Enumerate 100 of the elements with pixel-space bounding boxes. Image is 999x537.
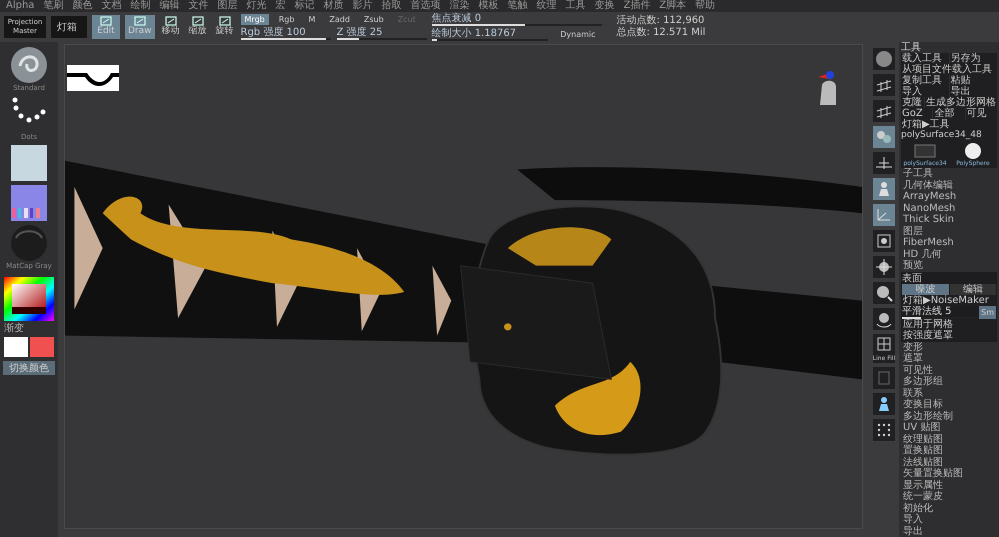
menu-item[interactable]: 灯光 (246, 0, 266, 12)
subpalette-item[interactable]: 变换目标 (901, 399, 997, 410)
subpalette-item[interactable]: 导出 (901, 526, 997, 537)
menu-item[interactable]: 标记 (294, 0, 314, 12)
view-tool-button[interactable] (873, 100, 895, 122)
thumbnail-preview-icon (67, 65, 119, 91)
menu-item[interactable]: 编辑 (159, 0, 180, 12)
lightbox-tool-button[interactable]: 灯箱▶工具 (901, 119, 997, 130)
subpalette-item[interactable]: 几何体编辑 (901, 180, 997, 191)
view-tool-button[interactable] (873, 230, 895, 252)
subpalette-item[interactable]: 可见性 (901, 364, 997, 376)
mode-button[interactable]: 旋转 (214, 15, 236, 39)
switch-color-button[interactable]: 切换颜色 (3, 361, 55, 375)
panel-button[interactable]: 载入工具 (901, 53, 948, 64)
view-tool-button[interactable] (873, 256, 895, 278)
subpalette-item[interactable]: ArrayMesh (901, 191, 997, 202)
view-tool-button[interactable] (873, 308, 895, 330)
current-tool-name: polySurface34_48 (901, 130, 997, 141)
point-count: 活动点数: 112,960 (616, 15, 706, 26)
subpalette-item[interactable]: 初始化 (901, 502, 997, 514)
menu-item[interactable]: 拾取 (381, 0, 402, 12)
texture-thumbnail-icon (10, 184, 48, 222)
subpalette-item[interactable]: Thick Skin (901, 214, 997, 226)
subpalette-item[interactable]: NanoMesh (901, 202, 997, 214)
color-swatch[interactable] (4, 337, 28, 357)
slider-label: 焦点衰减 0 (432, 13, 482, 24)
subpalette-item[interactable]: 图层 (901, 226, 997, 237)
subpalette-item[interactable]: 纹理贴图 (901, 434, 997, 445)
panel-button[interactable]: 克隆 (901, 97, 924, 108)
menu-item[interactable]: 笔触 (507, 0, 528, 12)
dynamic-button[interactable]: Dynamic (554, 29, 602, 40)
subpalette-item[interactable]: 导入 (901, 514, 997, 526)
menu-item[interactable]: 纹理 (536, 0, 556, 12)
slider-label: Z 强度 25 (336, 27, 384, 38)
subpalette-title[interactable]: 表面 (902, 272, 996, 284)
panel-title: 工具 (901, 42, 921, 53)
tool-icon (192, 16, 204, 26)
subpalette-item[interactable]: 变形 (901, 342, 997, 353)
sculpt-mode-button[interactable]: Zsub (360, 14, 388, 25)
square-swatch-icon (10, 144, 48, 182)
subpalette-item[interactable]: 统一蒙皮 (901, 491, 997, 502)
subpalette-item[interactable]: 置换贴图 (901, 445, 997, 456)
channel-button[interactable]: M (304, 14, 320, 25)
subpalette-item[interactable]: 预览 (901, 260, 997, 272)
subpalette-item[interactable]: 多边形组 (901, 376, 997, 388)
tool-icon (164, 16, 177, 26)
menu-item[interactable]: 帮助 (695, 0, 716, 12)
sculpt-mode-button[interactable]: Zadd (325, 14, 354, 25)
panel-button[interactable]: 生成多边形网格 (925, 97, 997, 108)
slider-label: Rgb 强度 100 (240, 27, 307, 38)
mode-button[interactable]: 移动 (160, 15, 182, 39)
menu-item[interactable]: 工具 (565, 0, 586, 12)
panel-button[interactable]: 复制工具 (901, 75, 948, 86)
subpalette-item[interactable]: 联系 (901, 388, 997, 399)
subpalette-item[interactable]: FiberMesh (901, 237, 997, 248)
view-tool-button[interactable] (873, 152, 895, 174)
menu-item[interactable]: Alpha (6, 0, 34, 12)
panel-button[interactable]: 从项目文件载入工具 (901, 64, 997, 75)
menu-item[interactable]: 绘制 (130, 0, 150, 12)
channel-button[interactable]: Rgb (274, 14, 298, 25)
menu-item[interactable]: Z插件 (623, 0, 650, 12)
color-picker (4, 277, 54, 321)
subpalette-item[interactable]: 遮罩 (901, 353, 997, 364)
sphere-icon (962, 142, 984, 160)
panel-button[interactable]: 导出 (950, 86, 997, 97)
view-tool-button[interactable] (873, 74, 895, 96)
slider-label: 绘制大小 1.18767 (432, 28, 518, 39)
panel-button[interactable]: 另存为 (950, 53, 997, 64)
view-tool-button[interactable] (873, 282, 895, 304)
subpalette-item[interactable]: 子工具 (901, 168, 997, 180)
panel-button[interactable]: 粘贴 (950, 75, 997, 86)
tool-icon (100, 16, 112, 26)
panel-button[interactable]: GoZ (901, 108, 932, 119)
panel-button[interactable]: 可见 (966, 108, 997, 119)
view-tool-button[interactable] (873, 393, 895, 415)
view-tool-button[interactable] (873, 419, 895, 441)
color-swatch[interactable] (30, 337, 54, 357)
menu-item[interactable]: 影片 (352, 0, 372, 12)
point-count: 总点数: 12.571 Mil (616, 27, 706, 39)
menu-item[interactable]: 笔刷 (43, 0, 64, 12)
menu-item[interactable]: 材质 (323, 0, 344, 12)
menu-item[interactable]: 图层 (217, 0, 238, 12)
menu-item[interactable]: 首选项 (410, 0, 440, 12)
subpalette-item[interactable]: UV 贴图 (901, 422, 997, 434)
sphere-icon (874, 49, 894, 69)
panel-button[interactable]: 全部 (933, 108, 965, 119)
lightbox-button[interactable]: 灯箱 (51, 16, 87, 38)
panel-button[interactable]: 导入 (901, 86, 948, 97)
subpalette-item[interactable]: 显示属性 (901, 480, 997, 491)
mode-button[interactable]: 缩放 (186, 15, 209, 39)
subpalette-item[interactable]: HD 几何 (901, 248, 997, 260)
brush-sphere-icon (10, 46, 48, 84)
subpalette-item[interactable]: 多边形绘制 (901, 410, 997, 422)
subpalette-item[interactable]: 矢量置换贴图 (901, 468, 997, 480)
menu-item[interactable]: Z脚本 (659, 0, 686, 12)
surface-tab[interactable]: 编辑 (950, 284, 996, 294)
subpalette-item[interactable]: 法线贴图 (901, 456, 997, 468)
channel-button[interactable]: Mrgb (240, 14, 269, 25)
menu-item[interactable]: 模板 (478, 0, 498, 12)
material-sphere-icon (10, 224, 48, 262)
